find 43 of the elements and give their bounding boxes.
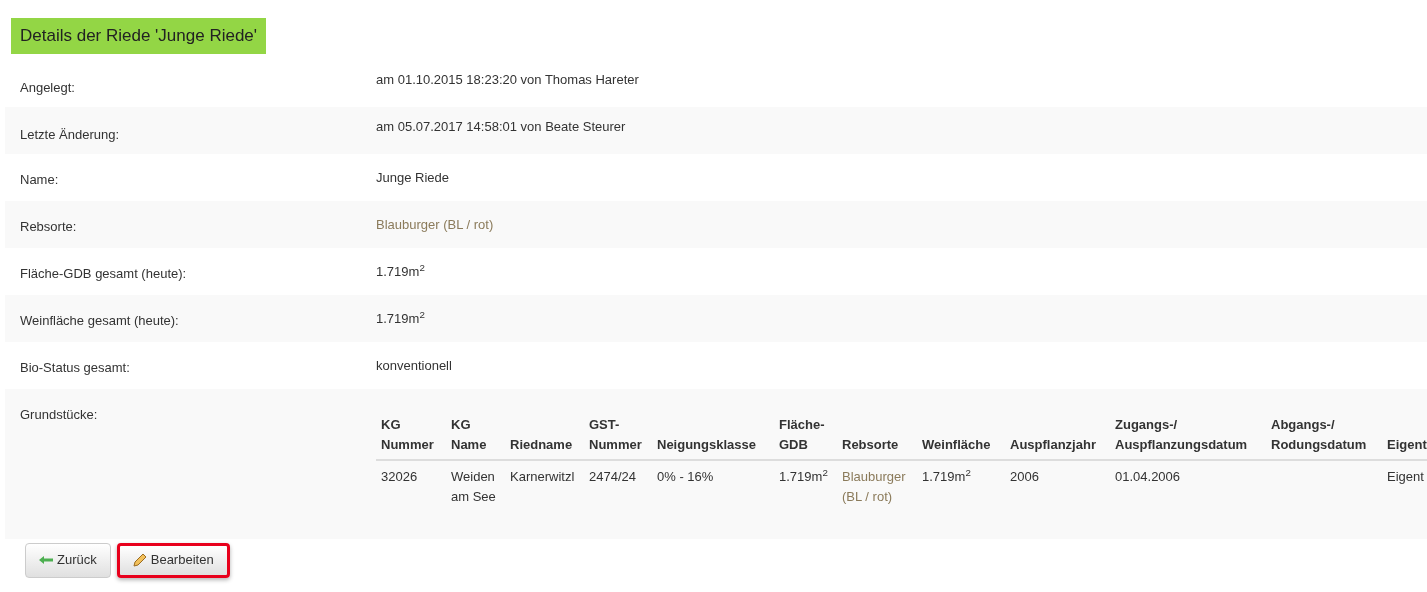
cell-link[interactable]: Blauburger (BL / rot) xyxy=(842,466,912,507)
table-cell-text: 1.719m$^{2}$ xyxy=(922,466,971,486)
field-label: Rebsorte: xyxy=(20,218,77,234)
field-label: Grundstücke: xyxy=(20,406,98,422)
field-value: am 05.07.2017 14:58:01 von Beate Steurer xyxy=(376,118,626,134)
table-cell-text: Karnerwitzl xyxy=(510,467,575,486)
table-cell-text: 32026 xyxy=(381,467,418,486)
table-cell-text: Eigent xyxy=(1387,467,1424,486)
field-label: Bio-Status gesamt: xyxy=(20,359,130,375)
column-header: Auspflanzjahr xyxy=(1010,436,1096,452)
field-value: 1.719m$^{2}$ xyxy=(376,310,425,326)
field-link[interactable]: Blauburger (BL / rot) xyxy=(376,216,494,232)
table-cell-text: 2006 xyxy=(1010,467,1039,486)
pencil-icon xyxy=(132,553,147,567)
table-cell-text: 1.719m$^{2}$ xyxy=(779,466,828,486)
page-title: Details der Riede 'Junge Riede' xyxy=(11,18,267,54)
column-header: KG Nummer xyxy=(381,416,434,452)
back-button[interactable]: Zurück xyxy=(25,542,111,578)
field-label: Angelegt: xyxy=(20,79,75,95)
column-header: Eigent xyxy=(1387,436,1427,452)
column-header: Riedname xyxy=(510,436,573,452)
table-cell-text: 01.04.2006 xyxy=(1115,467,1181,486)
field-value: am 01.10.2015 18:23:20 von Thomas Hareter xyxy=(376,71,639,87)
column-header: KG Name xyxy=(451,416,487,452)
field-value: konventionell xyxy=(376,357,452,373)
table-cell-text: Weiden am See xyxy=(451,467,497,506)
field-value: Junge Riede xyxy=(376,169,449,185)
field-label: Weinfläche gesamt (heute): xyxy=(20,312,179,328)
column-header: Neigungsklasse xyxy=(657,436,756,452)
field-label: Fläche-GDB gesamt (heute): xyxy=(20,265,187,281)
column-header: Zugangs-/ Auspflanzungsdatum xyxy=(1115,416,1248,452)
column-header: GST-Nummer xyxy=(589,416,642,452)
column-header: Rebsorte xyxy=(842,436,899,452)
edit-button[interactable]: Bearbeiten xyxy=(116,542,230,578)
column-header: Abgangs-/ Rodungsdatum xyxy=(1271,416,1367,452)
field-label: Letzte Änderung: xyxy=(20,126,120,142)
table-cell-text: 2474/24 xyxy=(589,467,636,486)
field-value: 1.719m$^{2}$ xyxy=(376,263,425,279)
table-cell-text: 0% - 16% xyxy=(657,467,714,486)
field-label: Name: xyxy=(20,171,59,187)
arrow-icon xyxy=(39,556,53,564)
column-header: Fläche-GDB xyxy=(779,416,825,452)
column-header: Weinfläche xyxy=(922,436,991,452)
